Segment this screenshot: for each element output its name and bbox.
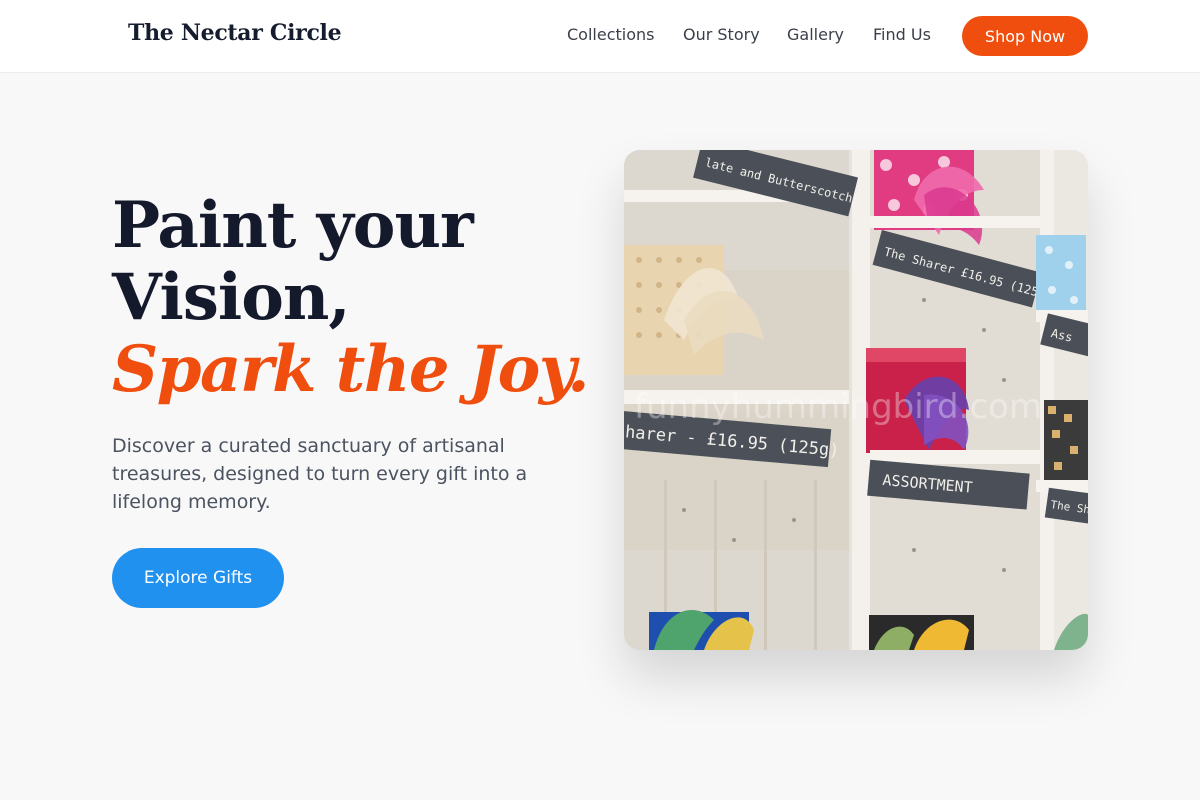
- image-watermark: funnyhummingbird.com: [634, 387, 1042, 427]
- gift-shelves-illustration: late and Butterscotch harer - £16.95 (12…: [624, 150, 1088, 650]
- nav-link-our-story[interactable]: Our Story: [683, 25, 760, 44]
- nav-link-collections[interactable]: Collections: [567, 25, 654, 44]
- brand-logo[interactable]: The Nectar Circle: [128, 20, 342, 46]
- hero-description: Discover a curated sanctuary of artisana…: [112, 435, 528, 513]
- nav-link-find-us[interactable]: Find Us: [873, 25, 931, 44]
- hero-headline: Paint your Vision, Spark the Joy.: [112, 190, 592, 406]
- explore-gifts-button[interactable]: Explore Gifts: [112, 548, 284, 608]
- headline-line-2: Vision,: [112, 260, 351, 335]
- hero-image-gift-shelves: late and Butterscotch harer - £16.95 (12…: [624, 150, 1088, 650]
- headline-line-1: Paint your: [112, 188, 474, 263]
- nav-link-gallery[interactable]: Gallery: [787, 25, 844, 44]
- shop-now-button[interactable]: Shop Now: [962, 16, 1088, 56]
- navbar: The Nectar Circle Collections Our Story …: [0, 0, 1200, 73]
- headline-accent: Spark the Joy.: [112, 332, 589, 407]
